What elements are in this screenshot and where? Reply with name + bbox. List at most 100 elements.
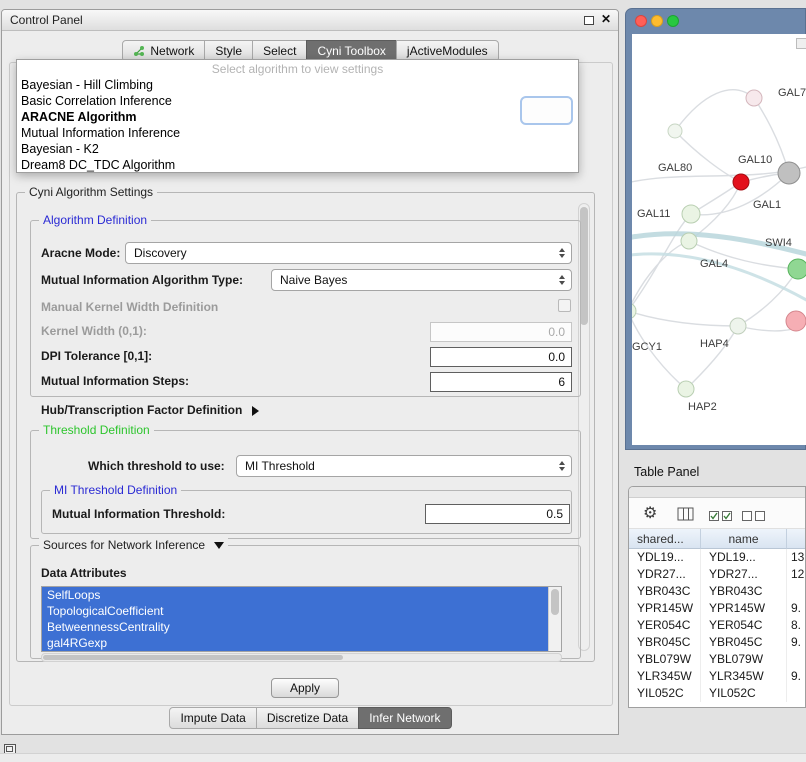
list-item[interactable]: BetweennessCentrality (42, 619, 548, 635)
close-icon[interactable]: ✕ (601, 12, 611, 26)
tab-infer-network[interactable]: Infer Network (358, 707, 451, 729)
cell-value[interactable] (787, 651, 806, 668)
hub-section-toggle[interactable]: Hub/Transcription Factor Definition (41, 403, 259, 417)
dropdown-item[interactable]: Bayesian - K2 (17, 141, 578, 157)
cell-name[interactable]: YLR345W (701, 668, 787, 685)
dropdown-item[interactable]: Dream8 DC_TDC Algorithm (17, 157, 578, 173)
network-node[interactable] (681, 233, 697, 249)
expand-right-icon[interactable] (252, 406, 259, 416)
cell-shared-name[interactable]: YBR045C (629, 634, 701, 651)
cell-value[interactable]: 13 (787, 549, 806, 566)
cell-shared-name[interactable]: YBR043C (629, 583, 701, 600)
kernel-width-field: 0.0 (430, 322, 572, 342)
spinner-arrows-icon[interactable] (559, 275, 565, 285)
table-row[interactable]: YBR045C YBR045C 9. (629, 634, 805, 651)
deselect-all-checkboxes-icon[interactable] (742, 509, 766, 527)
cell-name[interactable]: YBR043C (701, 583, 787, 600)
column-header-shared-name[interactable]: shared... (629, 529, 701, 549)
dropdown-item[interactable]: Mutual Information Inference (17, 125, 578, 141)
zoom-button[interactable] (667, 15, 679, 27)
list-vertical-scrollbar[interactable] (548, 587, 561, 651)
cell-name[interactable]: YPR145W (701, 600, 787, 617)
network-node[interactable] (668, 124, 682, 138)
table-row[interactable]: YDL19... YDL19... 13 (629, 549, 805, 566)
which-threshold-combobox[interactable]: MI Threshold (236, 455, 572, 477)
mi-steps-label: Mutual Information Steps: (41, 374, 189, 388)
table-row[interactable]: YPR145W YPR145W 9. (629, 600, 805, 617)
scrollbar-thumb[interactable] (580, 207, 588, 325)
column-header-clipped[interactable] (787, 529, 806, 549)
network-node[interactable] (778, 162, 800, 184)
cell-shared-name[interactable]: YER054C (629, 617, 701, 634)
cell-shared-name[interactable]: YBL079W (629, 651, 701, 668)
control-panel-titlebar[interactable]: Control Panel ✕ (2, 10, 618, 31)
tab-impute-data[interactable]: Impute Data (169, 707, 256, 729)
cell-shared-name[interactable]: YLR345W (629, 668, 701, 685)
cell-name[interactable]: YDL19... (701, 549, 787, 566)
cell-value[interactable]: 8. (787, 617, 806, 634)
network-node[interactable] (746, 90, 762, 106)
network-canvas[interactable]: GAL7 GAL80 GAL10 GAL11 GAL1 SWI4 GAL4 GC… (632, 34, 806, 445)
table-row[interactable]: YBR043C YBR043C (629, 583, 805, 600)
cell-name[interactable]: YBR045C (701, 634, 787, 651)
dropdown-item[interactable]: Basic Correlation Inference (17, 93, 578, 109)
network-node[interactable] (682, 205, 700, 223)
spinner-arrows-icon[interactable] (559, 248, 565, 258)
mi-steps-field[interactable]: 6 (430, 372, 572, 392)
cell-value[interactable] (787, 583, 806, 600)
dpi-tolerance-field[interactable]: 0.0 (430, 347, 572, 367)
network-node[interactable] (730, 318, 746, 334)
cell-value[interactable]: 9. (787, 600, 806, 617)
network-node-pink[interactable] (786, 311, 806, 331)
cell-name[interactable]: YDR27... (701, 566, 787, 583)
dropdown-item[interactable]: Bayesian - Hill Climbing (17, 77, 578, 93)
columns-icon[interactable] (677, 507, 694, 526)
cell-shared-name[interactable]: YIL052C (629, 685, 701, 702)
cell-shared-name[interactable]: YDR27... (629, 566, 701, 583)
list-item[interactable]: SelfLoops (42, 587, 548, 603)
cell-value[interactable]: 12 (787, 566, 806, 583)
list-horizontal-scrollbar[interactable] (41, 653, 562, 662)
apply-button[interactable]: Apply (271, 678, 339, 698)
network-node[interactable] (632, 303, 636, 319)
focused-control[interactable] (520, 96, 573, 125)
collapse-down-icon[interactable] (214, 542, 224, 549)
list-item[interactable]: TopologicalCoefficient (42, 603, 548, 619)
float-window-icon[interactable] (584, 16, 594, 25)
select-all-checkboxes-icon[interactable] (709, 509, 733, 527)
aracne-mode-combobox[interactable]: Discovery (125, 242, 572, 264)
table-row[interactable]: YER054C YER054C 8. (629, 617, 805, 634)
sources-toggle[interactable]: Sources for Network Inference (39, 538, 228, 552)
node-label: HAP4 (700, 338, 729, 350)
spinner-arrows-icon[interactable] (559, 461, 565, 471)
list-item[interactable]: gal4RGexp (42, 635, 548, 651)
network-node-red[interactable] (733, 174, 749, 190)
column-header-name[interactable]: name (701, 529, 787, 549)
scrollbar-thumb[interactable] (551, 589, 559, 615)
mi-threshold-field[interactable]: 0.5 (425, 504, 570, 524)
cell-shared-name[interactable]: YPR145W (629, 600, 701, 617)
cell-value[interactable]: 9. (787, 634, 806, 651)
dropdown-item-selected[interactable]: ARACNE Algorithm (17, 109, 578, 125)
network-node[interactable] (678, 381, 694, 397)
tab-discretize-data[interactable]: Discretize Data (256, 707, 359, 729)
scrollbar-thumb[interactable] (43, 655, 343, 660)
table-row[interactable]: YBL079W YBL079W (629, 651, 805, 668)
view-corner-button[interactable] (796, 38, 806, 49)
close-button[interactable] (635, 15, 647, 27)
cell-name[interactable]: YER054C (701, 617, 787, 634)
minimize-button[interactable] (651, 15, 663, 27)
gear-icon[interactable]: ⚙ (643, 503, 657, 523)
table-row[interactable]: YDR27... YDR27... 12 (629, 566, 805, 583)
cell-value[interactable]: 9. (787, 668, 806, 685)
data-attributes-list[interactable]: SelfLoops TopologicalCoefficient Between… (41, 586, 562, 652)
cell-shared-name[interactable]: YDL19... (629, 549, 701, 566)
network-node-green[interactable] (788, 259, 806, 279)
table-row[interactable]: YIL052C YIL052C (629, 685, 805, 702)
table-panel-window: ⚙ shared... name (628, 486, 806, 708)
cell-name[interactable]: YIL052C (701, 685, 787, 702)
mi-type-combobox[interactable]: Naive Bayes (271, 269, 572, 291)
cell-name[interactable]: YBL079W (701, 651, 787, 668)
table-row[interactable]: YLR345W YLR345W 9. (629, 668, 805, 685)
cell-value[interactable] (787, 685, 806, 702)
